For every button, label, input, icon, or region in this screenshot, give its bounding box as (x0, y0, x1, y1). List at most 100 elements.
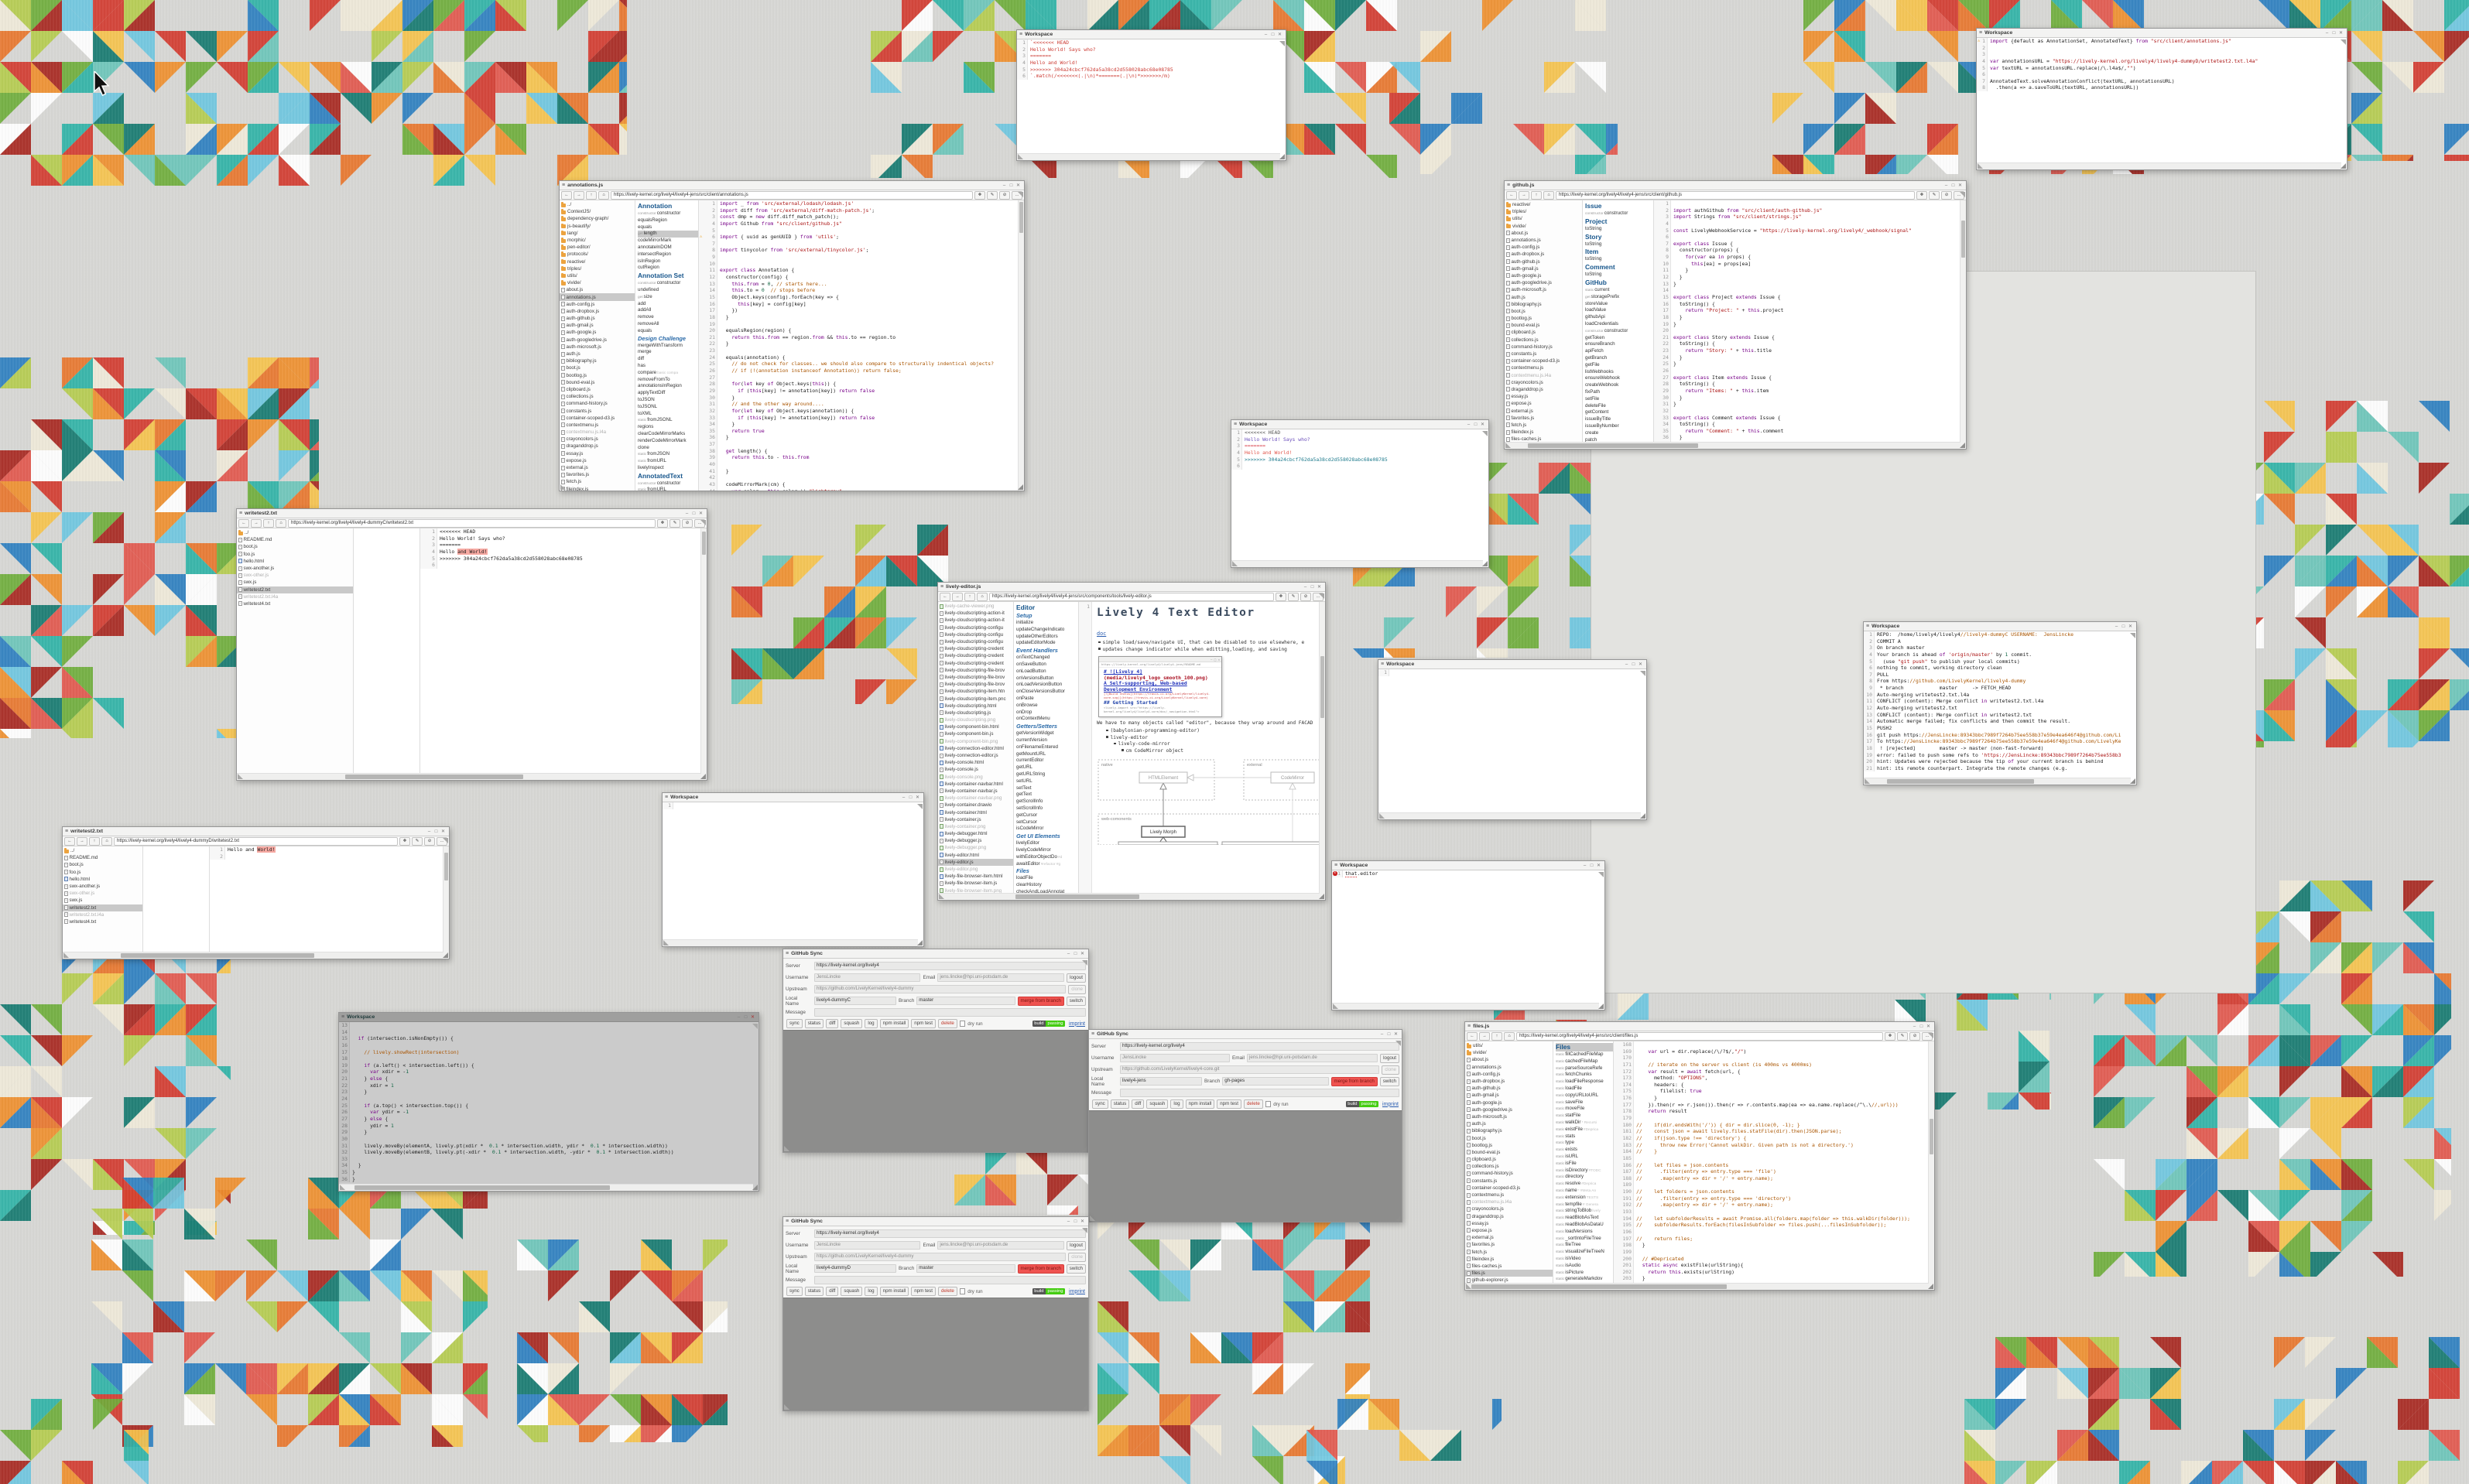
file-item[interactable]: bibliography.js (1465, 1127, 1553, 1134)
code-line[interactable]: 24 equals(annotation) { (699, 354, 1024, 361)
resize-grip-top-right[interactable] (2130, 633, 2135, 638)
code-line[interactable]: 31 // and the other way around.... (699, 401, 1024, 408)
close-button[interactable]: ✕ (1479, 421, 1486, 429)
code-editor[interactable]: 168169 var url = dir.replace(/\/?$/,"/")… (1614, 1041, 1934, 1290)
url-input[interactable]: https://lively-kernel.org/lively4/lively… (1556, 191, 1915, 200)
code-line[interactable]: 195// subfolderResults.forEach(filesInSu… (1614, 1222, 1934, 1229)
url-input[interactable]: https://lively-kernel.org/lively4/lively… (114, 837, 398, 846)
file-item[interactable]: contextmenu.js.l4a (560, 429, 635, 436)
code-line[interactable]: 26 var ydir = -1 (339, 1109, 759, 1116)
file-item[interactable]: swx.js (63, 897, 142, 904)
code-line[interactable]: 1 (1378, 669, 1646, 676)
code-line[interactable]: 8import tinycolor from 'src/external/tin… (699, 247, 1024, 254)
outline-item[interactable]: apiFetch (1585, 348, 1653, 355)
file-item[interactable]: bootlog.js (1465, 1142, 1553, 1149)
code-line[interactable]: 1<<<<<<< HEAD (1231, 429, 1488, 436)
code-line[interactable]: 5>>>>>>> 304a24cbcf762da5a38cd2d558028ab… (420, 556, 707, 562)
window-menu-icon[interactable]: ≡ (1334, 862, 1337, 870)
outline-item[interactable]: Editor (1016, 604, 1078, 612)
code-line[interactable]: 34 } (339, 1162, 759, 1169)
code-line[interactable]: 18 (339, 1055, 759, 1062)
file-item[interactable]: command-history.js (560, 400, 635, 407)
outline-item[interactable]: livelyCodeMirror (1016, 847, 1078, 854)
code-editor[interactable]: 1REPO: /home/lively4/lively4//lively4-du… (1864, 631, 2136, 785)
horizontal-scrollbar[interactable] (1332, 1003, 1599, 1010)
message-input[interactable] (814, 1276, 1086, 1284)
outline-item[interactable]: annotateInDOM (638, 244, 698, 251)
minimize-button[interactable]: – (1302, 583, 1309, 591)
code-line[interactable]: 4Hello and World! (1231, 450, 1488, 456)
code-line[interactable]: 14 this.to = 0 // stops before (699, 287, 1024, 294)
code-line[interactable]: 1 (1654, 200, 1966, 207)
file-item[interactable]: boot.js (237, 543, 353, 550)
code-line[interactable]: 29 return "Items: " + this.item (1654, 388, 1966, 395)
maximize-button[interactable]: □ (1588, 862, 1595, 870)
window-gh3[interactable]: ≡GitHub Sync–□✕Serverhttps://lively-kern… (782, 1216, 1089, 1411)
outline-item[interactable]: statictype (1556, 1140, 1613, 1147)
outline-item[interactable]: getstoragePrefix (1585, 294, 1653, 301)
outline-item[interactable]: staticexists (1556, 1147, 1613, 1154)
up-button[interactable]: ↑ (1491, 1032, 1502, 1041)
code-line[interactable]: 2 (1977, 45, 2347, 52)
code-line[interactable]: 28 toString() { (1654, 381, 1966, 388)
code-line[interactable]: 182// if(json.type !== 'directory') { (1614, 1135, 1934, 1142)
file-list[interactable]: ../README.mdboot.jsfoo.jshello.htmlswx-a… (63, 846, 143, 959)
rendered-doc[interactable]: Lively 4 Text Editordocsimple load/save/… (1092, 602, 1325, 900)
file-item[interactable]: bound-eval.js (1465, 1149, 1553, 1156)
file-item[interactable]: protocols/ (560, 251, 635, 258)
outline-item[interactable]: livelyEditor (1016, 840, 1078, 847)
code-editor[interactable]: 1import _ from 'src/external/lodash/loda… (699, 200, 1024, 491)
outline-item[interactable]: staticfetchChunks (1556, 1072, 1613, 1079)
file-item[interactable]: writetest2.txt (237, 586, 353, 593)
horizontal-scrollbar[interactable] (339, 1184, 753, 1191)
file-item[interactable]: annotations.js (1465, 1064, 1553, 1071)
code-line[interactable]: 6nothing to commit, working directory cl… (1864, 665, 2136, 672)
code-line[interactable]: 32 lively.moveBy(elementB, lively.pt(-xd… (339, 1149, 759, 1156)
code-line[interactable]: 23 } (339, 1089, 759, 1096)
home-button[interactable]: ⌂ (1543, 191, 1554, 200)
code-line[interactable]: 20 (1654, 327, 1966, 334)
clone-button[interactable]: clone (1068, 1253, 1086, 1262)
file-item[interactable]: lively-container.html (938, 809, 1013, 816)
outline-item[interactable]: staticisFile (1556, 1161, 1613, 1168)
code-line[interactable]: 2import diff from 'src/external/diff-mat… (699, 207, 1024, 214)
url-input[interactable]: https://lively-kernel.org/lively4/lively… (288, 519, 656, 528)
file-item[interactable]: lively-cloudscripting-credent (938, 660, 1013, 667)
resize-grip-bottom-right[interactable] (1082, 1146, 1087, 1151)
code-line[interactable]: 169 var url = dir.replace(/\/?$/,"/") (1614, 1048, 1934, 1055)
file-item[interactable]: auth-google.js (560, 329, 635, 336)
outline-item[interactable]: setCursor (1016, 819, 1078, 826)
outline-item[interactable]: staticparseSourceRefe (1556, 1065, 1613, 1072)
vertical-scrollbar[interactable] (1018, 200, 1024, 491)
file-item[interactable]: lively-cloudscripting-configu (938, 638, 1013, 645)
resize-grip-bottom-left[interactable] (1505, 443, 1511, 448)
code-line[interactable]: 18 } (699, 314, 1024, 321)
code-line[interactable]: 15export class Project extends Issue { (1654, 294, 1966, 301)
vertical-scroll-thumb[interactable] (702, 532, 706, 555)
outline-item[interactable]: staticname* #Meta An (1556, 1188, 1613, 1195)
close-button[interactable]: ✕ (749, 1014, 756, 1021)
titlebar[interactable]: ≡github.js–□✕ (1505, 181, 1966, 190)
edit-icon-button[interactable]: ✎ (1288, 593, 1299, 601)
outline-item[interactable]: getFile (1585, 362, 1653, 369)
forward-button[interactable]: → (574, 191, 584, 200)
window-menu-icon[interactable]: ≡ (1507, 182, 1510, 190)
code-line[interactable]: 16 this[key] = config[key] (699, 301, 1024, 308)
forward-button[interactable]: → (1519, 191, 1529, 200)
code-line[interactable]: 4Hello and World! (420, 549, 707, 556)
file-item[interactable]: expose.js (560, 457, 635, 464)
window-menu-icon[interactable]: ≡ (65, 828, 68, 836)
resize-grip-bottom-right[interactable] (752, 1185, 758, 1190)
vertical-scrollbar[interactable] (1960, 200, 1966, 449)
window-br-files[interactable]: ≡files.js–□✕←→↑⌂https://lively-kernel.or… (1464, 1021, 1935, 1291)
file-item[interactable]: container-scoped-d3.js (560, 415, 635, 422)
resize-grip-top-right[interactable] (443, 838, 448, 843)
code-line[interactable]: 4import Github from "src/client/github.j… (699, 221, 1024, 227)
forward-button[interactable]: → (1479, 1032, 1490, 1041)
switch-button[interactable]: switch (1380, 1077, 1399, 1086)
code-line[interactable]: 16 (339, 1042, 759, 1049)
resize-grip-bottom-left[interactable] (784, 1146, 789, 1151)
minimize-button[interactable]: – (1911, 1023, 1918, 1031)
resize-grip-bottom-right[interactable] (2130, 778, 2135, 784)
outline-item[interactable]: Getters/Setters (1016, 723, 1078, 730)
